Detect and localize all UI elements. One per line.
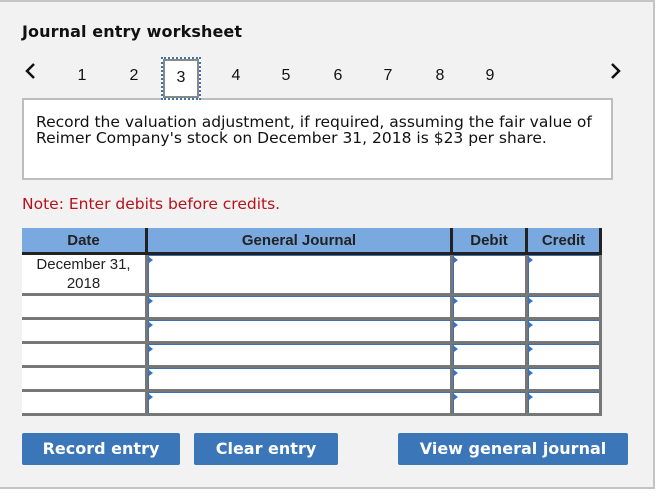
credit-cell: [526, 366, 602, 392]
debit-input[interactable]: [453, 368, 525, 389]
account-input[interactable]: [148, 392, 450, 413]
prompt-box: Record the valuation adjustment, if requ…: [22, 98, 613, 180]
account-cell: [146, 318, 453, 344]
journal-row: [22, 366, 602, 392]
credit-input[interactable]: [528, 368, 599, 389]
date-cell: [22, 366, 148, 392]
date-line-1: December 31,: [36, 256, 131, 273]
journal-row: December 31, 2018: [22, 253, 602, 296]
date-cell: [22, 390, 148, 416]
date-line-2: 2018: [66, 275, 101, 292]
debit-cell: [451, 253, 528, 296]
debit-cell: [451, 342, 528, 368]
debit-input[interactable]: [453, 344, 525, 365]
date-cell: December 31, 2018: [22, 253, 148, 296]
worksheet-title: Journal entry worksheet: [22, 22, 243, 41]
tab-6[interactable]: 6: [318, 57, 358, 95]
tab-5[interactable]: 5: [266, 57, 306, 95]
debit-input[interactable]: [453, 320, 525, 341]
credit-cell: [526, 342, 602, 368]
debit-cell: [451, 366, 528, 392]
date-cell: [22, 294, 148, 320]
account-input[interactable]: [148, 320, 450, 341]
prompt-text: Record the valuation adjustment, if requ…: [36, 113, 592, 147]
debit-cell: [451, 390, 528, 416]
debit-input[interactable]: [453, 296, 525, 317]
debit-input[interactable]: [453, 392, 525, 413]
view-general-journal-button[interactable]: View general journal: [398, 433, 628, 465]
journal-row: [22, 318, 602, 344]
credit-cell: [526, 318, 602, 344]
credit-input[interactable]: [528, 255, 599, 293]
journal-header-row: Date General Journal Debit Credit: [22, 228, 602, 255]
header-credit: Credit: [526, 228, 602, 255]
tab-2[interactable]: 2: [114, 57, 154, 95]
journal-row: [22, 390, 602, 416]
credit-input[interactable]: [528, 296, 599, 317]
account-cell: [146, 253, 453, 296]
date-cell: [22, 342, 148, 368]
account-input[interactable]: [148, 255, 450, 293]
account-cell: [146, 342, 453, 368]
account-input[interactable]: [148, 296, 450, 317]
journal-row: [22, 294, 602, 320]
next-tab-chevron-icon[interactable]: [610, 62, 622, 83]
debit-cell: [451, 294, 528, 320]
date-cell: [22, 318, 148, 344]
account-cell: [146, 366, 453, 392]
tab-1[interactable]: 1: [62, 57, 102, 95]
credit-input[interactable]: [528, 320, 599, 341]
journal-row: [22, 342, 602, 368]
header-debit: Debit: [451, 228, 528, 255]
credit-input[interactable]: [528, 392, 599, 413]
account-input[interactable]: [148, 368, 450, 389]
header-date: Date: [22, 228, 148, 255]
note-text: Note: Enter debits before credits.: [22, 195, 281, 213]
record-entry-button[interactable]: Record entry: [22, 433, 180, 465]
credit-cell: [526, 294, 602, 320]
account-cell: [146, 294, 453, 320]
tab-4[interactable]: 4: [216, 57, 256, 95]
header-general-journal: General Journal: [146, 228, 453, 255]
credit-cell: [526, 390, 602, 416]
tab-7[interactable]: 7: [368, 57, 408, 95]
tab-3[interactable]: 3: [161, 57, 201, 100]
tab-8[interactable]: 8: [420, 57, 460, 95]
account-input[interactable]: [148, 344, 450, 365]
prev-tab-chevron-icon[interactable]: [24, 62, 36, 83]
worksheet-tabs: 123456789: [0, 54, 653, 100]
debit-cell: [451, 318, 528, 344]
debit-input[interactable]: [453, 255, 525, 293]
account-cell: [146, 390, 453, 416]
journal-table: Date General Journal Debit Credit Decemb…: [22, 228, 602, 416]
tab-9[interactable]: 9: [470, 57, 510, 95]
journal-entry-worksheet-panel: Journal entry worksheet 123456789 Record…: [0, 0, 655, 489]
credit-input[interactable]: [528, 344, 599, 365]
clear-entry-button[interactable]: Clear entry: [194, 433, 338, 465]
credit-cell: [526, 253, 602, 296]
